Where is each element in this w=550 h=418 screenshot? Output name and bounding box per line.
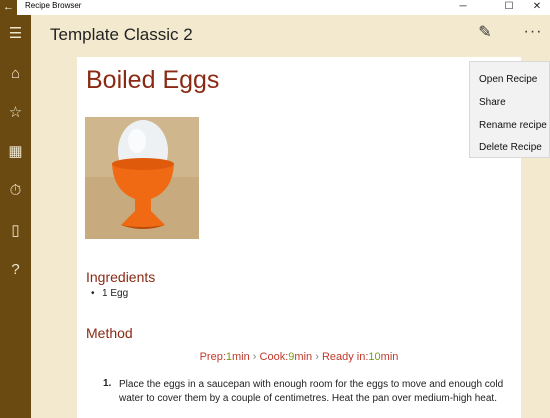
minimize-button[interactable]: ─ xyxy=(448,0,478,15)
calendar-icon[interactable]: ▦ xyxy=(0,137,31,167)
back-arrow-icon[interactable]: ← xyxy=(0,0,17,15)
step-text: Place the eggs in a saucepan with enough… xyxy=(119,379,504,404)
page-title: Template Classic 2 xyxy=(50,25,193,44)
timer-icon[interactable]: ⏱ xyxy=(0,176,31,206)
menu-item-rename-recipe[interactable]: Rename recipe xyxy=(470,115,550,137)
recipe-options-menu: Open Recipe Share Rename recipe Delete R… xyxy=(469,61,550,158)
app-title: Recipe Browser xyxy=(25,1,82,10)
home-icon[interactable]: ⌂ xyxy=(0,59,31,89)
maximize-button[interactable]: ☐ xyxy=(494,0,524,15)
timing-summary: Prep:1min › Cook:9min › Ready in:10min xyxy=(77,351,521,363)
recipe-card: Boiled Eggs Ingredients 1 Egg Method Pre… xyxy=(77,57,521,418)
ready-value: 10 xyxy=(368,351,381,363)
ready-label: Ready in: xyxy=(321,351,369,363)
egg-cup-image xyxy=(85,117,199,239)
step-number: 1. xyxy=(103,378,112,389)
ready-unit: min xyxy=(380,351,399,363)
help-icon[interactable]: ? xyxy=(0,255,31,285)
more-options-icon[interactable]: ··· xyxy=(519,19,547,47)
recipe-photo xyxy=(85,117,199,239)
book-icon[interactable]: ▯ xyxy=(0,216,31,246)
method-heading: Method xyxy=(86,325,133,341)
sidebar: ☰ ⌂ ☆ ▦ ⏱ ▯ ? xyxy=(0,15,31,418)
recipe-title: Boiled Eggs xyxy=(86,66,220,94)
menu-icon[interactable]: ☰ xyxy=(0,19,31,49)
prep-unit: min xyxy=(232,351,250,363)
cook-unit: min xyxy=(294,351,313,363)
ingredient-item: 1 Egg xyxy=(91,288,128,299)
cook-label: Cook: xyxy=(259,351,289,363)
prep-label: Prep: xyxy=(199,351,226,363)
menu-item-open-recipe[interactable]: Open Recipe xyxy=(470,69,550,91)
window-titlebar: ← Recipe Browser ─ ☐ ✕ xyxy=(0,0,550,15)
edit-pencil-icon[interactable]: ✎ xyxy=(471,19,499,47)
timing-separator: › xyxy=(315,351,319,363)
menu-item-share[interactable]: Share xyxy=(470,92,550,114)
star-icon[interactable]: ☆ xyxy=(0,98,31,128)
timing-separator: › xyxy=(252,351,257,363)
menu-item-delete-recipe[interactable]: Delete Recipe xyxy=(470,137,550,159)
close-button[interactable]: ✕ xyxy=(522,0,550,15)
page-header: Template Classic 2 ✎ ··· xyxy=(31,15,550,57)
ingredients-heading: Ingredients xyxy=(86,269,156,285)
